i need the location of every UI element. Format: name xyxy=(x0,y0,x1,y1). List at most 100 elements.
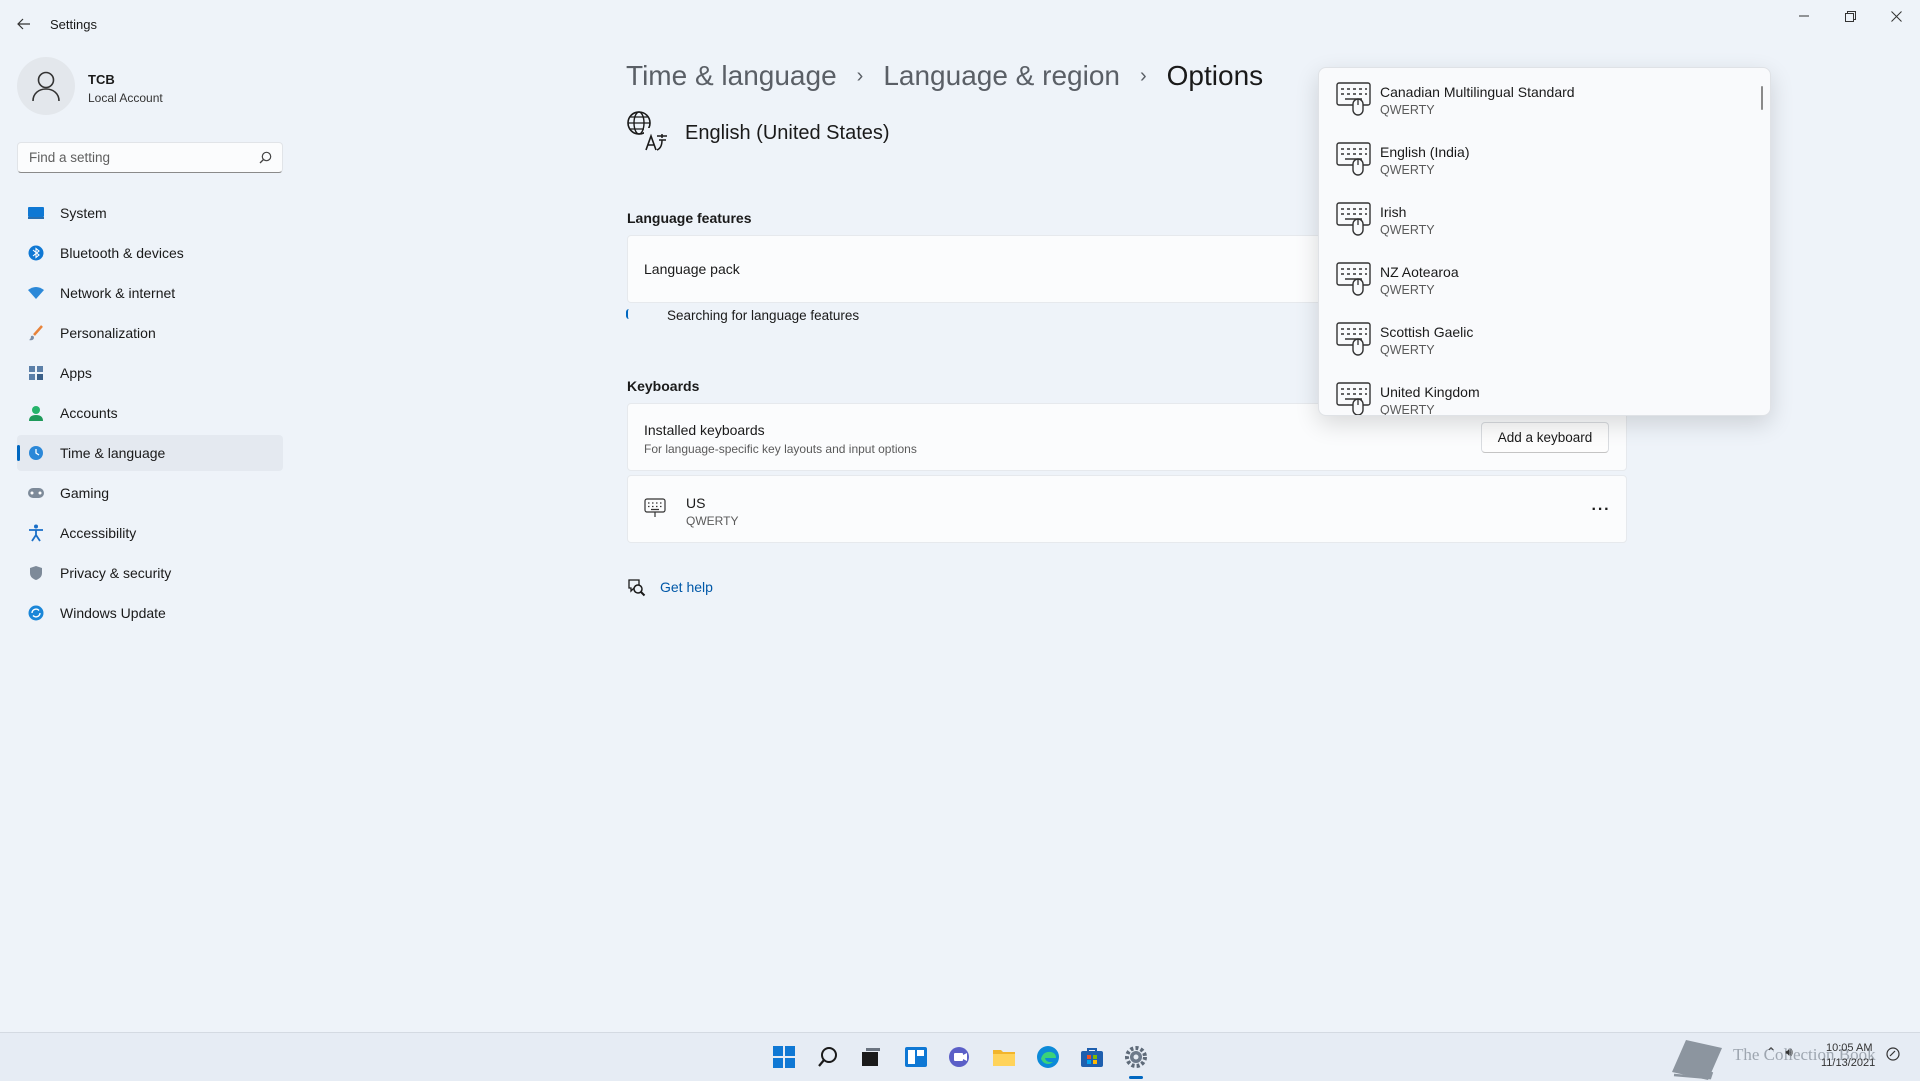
more-options-button[interactable]: ··· xyxy=(1584,496,1618,524)
sidebar-item-system[interactable]: System xyxy=(17,195,283,231)
installed-keyboards-subtitle: For language-specific key layouts and in… xyxy=(644,442,917,456)
clock-date[interactable]: 11/13/2021 xyxy=(1821,1057,1875,1069)
controller-icon xyxy=(27,484,45,502)
minimize-icon xyxy=(1799,15,1809,17)
edge-icon[interactable] xyxy=(1032,1041,1064,1073)
sidebar-item-accounts[interactable]: Accounts xyxy=(17,395,283,431)
add-keyboard-flyout: Canadian Multilingual Standard QWERTY En… xyxy=(1318,67,1771,416)
flyout-item-name: NZ Aotearoa xyxy=(1380,264,1459,280)
scrollbar[interactable] xyxy=(1761,86,1763,110)
title-bar xyxy=(0,0,1920,48)
sidebar-item-label: Windows Update xyxy=(60,605,166,621)
language-title: English (United States) xyxy=(685,122,890,144)
user-icon xyxy=(32,71,60,102)
flyout-item-name: Scottish Gaelic xyxy=(1380,324,1474,340)
arrow-left-icon xyxy=(17,18,30,30)
file-explorer-icon[interactable] xyxy=(988,1041,1020,1073)
progress-spinner-icon xyxy=(626,309,634,319)
sidebar-item-label: Personalization xyxy=(60,325,156,341)
sidebar-item-gaming[interactable]: Gaming xyxy=(17,475,283,511)
help-icon xyxy=(628,579,646,597)
store-icon[interactable] xyxy=(1076,1041,1108,1073)
minimize-button[interactable] xyxy=(1781,0,1827,32)
flyout-item-layout: QWERTY xyxy=(1380,103,1435,117)
sidebar-item-bluetooth[interactable]: Bluetooth & devices xyxy=(17,235,283,271)
back-button[interactable] xyxy=(10,12,38,36)
flyout-item-layout: QWERTY xyxy=(1380,343,1435,357)
flyout-item-english-india[interactable]: English (India) QWERTY xyxy=(1323,128,1753,188)
flyout-item-nz-aotearoa[interactable]: NZ Aotearoa QWERTY xyxy=(1323,248,1753,308)
sidebar-item-apps[interactable]: Apps xyxy=(17,355,283,391)
sidebar-item-label: Time & language xyxy=(60,445,166,461)
monitor-icon xyxy=(27,204,45,222)
keyboard-icon xyxy=(1336,382,1371,415)
section-title-language-features: Language features xyxy=(627,210,752,226)
task-view-icon[interactable] xyxy=(855,1041,887,1073)
flyout-item-layout: QWERTY xyxy=(1380,223,1435,237)
person-icon xyxy=(27,404,45,422)
apps-icon xyxy=(27,364,45,382)
profile-account-type: Local Account xyxy=(88,91,163,105)
bluetooth-icon xyxy=(27,244,45,262)
update-icon xyxy=(27,604,45,622)
profile-name: TCB xyxy=(88,72,115,87)
sidebar-item-personalization[interactable]: Personalization xyxy=(17,315,283,351)
flyout-item-name: United Kingdom xyxy=(1380,384,1480,400)
status-text: Searching for language features xyxy=(667,308,860,323)
flyout-item-layout: QWERTY xyxy=(1380,163,1435,177)
page-title: Options xyxy=(1166,60,1264,91)
close-button[interactable] xyxy=(1873,0,1919,32)
flyout-item-name: Irish xyxy=(1380,204,1407,220)
sidebar-item-label: Network & internet xyxy=(60,285,176,301)
widgets-icon[interactable] xyxy=(900,1041,932,1073)
active-app-indicator xyxy=(1129,1076,1143,1079)
chevron-up-icon[interactable]: ⌃ xyxy=(1766,1045,1776,1059)
sidebar-item-windows-update[interactable]: Windows Update xyxy=(17,595,283,631)
restore-icon xyxy=(1844,10,1856,22)
flyout-item-irish[interactable]: Irish QWERTY xyxy=(1323,188,1753,248)
installed-keyboards-title: Installed keyboards xyxy=(644,422,765,438)
chat-icon[interactable] xyxy=(944,1041,976,1073)
avatar[interactable] xyxy=(17,57,75,115)
flyout-item-scottish-gaelic[interactable]: Scottish Gaelic QWERTY xyxy=(1323,308,1753,368)
language-pack-label: Language pack xyxy=(644,261,740,277)
breadcrumb: Time & language › Language & region › Op… xyxy=(626,56,1263,96)
flyout-item-united-kingdom[interactable]: United Kingdom QWERTY xyxy=(1323,368,1753,416)
selection-indicator xyxy=(17,445,20,461)
keyboard-name: US xyxy=(686,495,706,511)
section-title-keyboards: Keyboards xyxy=(627,378,700,394)
sidebar-item-accessibility[interactable]: Accessibility xyxy=(17,515,283,551)
notification-icon[interactable] xyxy=(1886,1047,1900,1061)
chevron-right-icon: › xyxy=(856,64,864,87)
sidebar-item-label: Accounts xyxy=(60,405,118,421)
close-icon xyxy=(1890,10,1902,22)
keyboard-icon xyxy=(1336,202,1371,236)
sidebar-item-label: System xyxy=(60,205,107,221)
sidebar-item-time-language[interactable]: Time & language xyxy=(17,435,283,471)
shield-icon xyxy=(27,564,45,582)
sidebar-item-privacy[interactable]: Privacy & security xyxy=(17,555,283,591)
get-help-link[interactable]: Get help xyxy=(660,579,713,595)
windows-start-icon[interactable] xyxy=(768,1041,800,1073)
breadcrumb-language-region[interactable]: Language & region xyxy=(883,60,1120,92)
add-keyboard-button[interactable]: Add a keyboard xyxy=(1481,422,1609,453)
keyboard-layout: QWERTY xyxy=(686,514,739,528)
sidebar-item-network[interactable]: Network & internet xyxy=(17,275,283,311)
search-icon[interactable] xyxy=(812,1041,844,1073)
system-tray[interactable]: ⌃ 🔊︎ xyxy=(1766,1045,1793,1060)
globe-clock-icon xyxy=(27,444,45,462)
flyout-item-layout: QWERTY xyxy=(1380,403,1435,416)
settings-icon[interactable] xyxy=(1120,1041,1152,1073)
clock-time[interactable]: 10:05 AM xyxy=(1826,1042,1872,1054)
sidebar-item-label: Apps xyxy=(60,365,92,381)
search-box[interactable] xyxy=(17,142,283,173)
volume-icon[interactable]: 🔊︎ xyxy=(1785,1045,1793,1059)
keyboard-icon xyxy=(1336,262,1371,296)
app-title: Settings xyxy=(50,17,97,32)
flyout-item-canadian-multilingual[interactable]: Canadian Multilingual Standard QWERTY xyxy=(1323,68,1753,128)
search-input[interactable] xyxy=(27,149,251,166)
sidebar-item-label: Privacy & security xyxy=(60,565,172,581)
accessibility-icon xyxy=(27,524,45,542)
breadcrumb-time-language[interactable]: Time & language xyxy=(626,60,837,92)
restore-button[interactable] xyxy=(1827,0,1873,32)
